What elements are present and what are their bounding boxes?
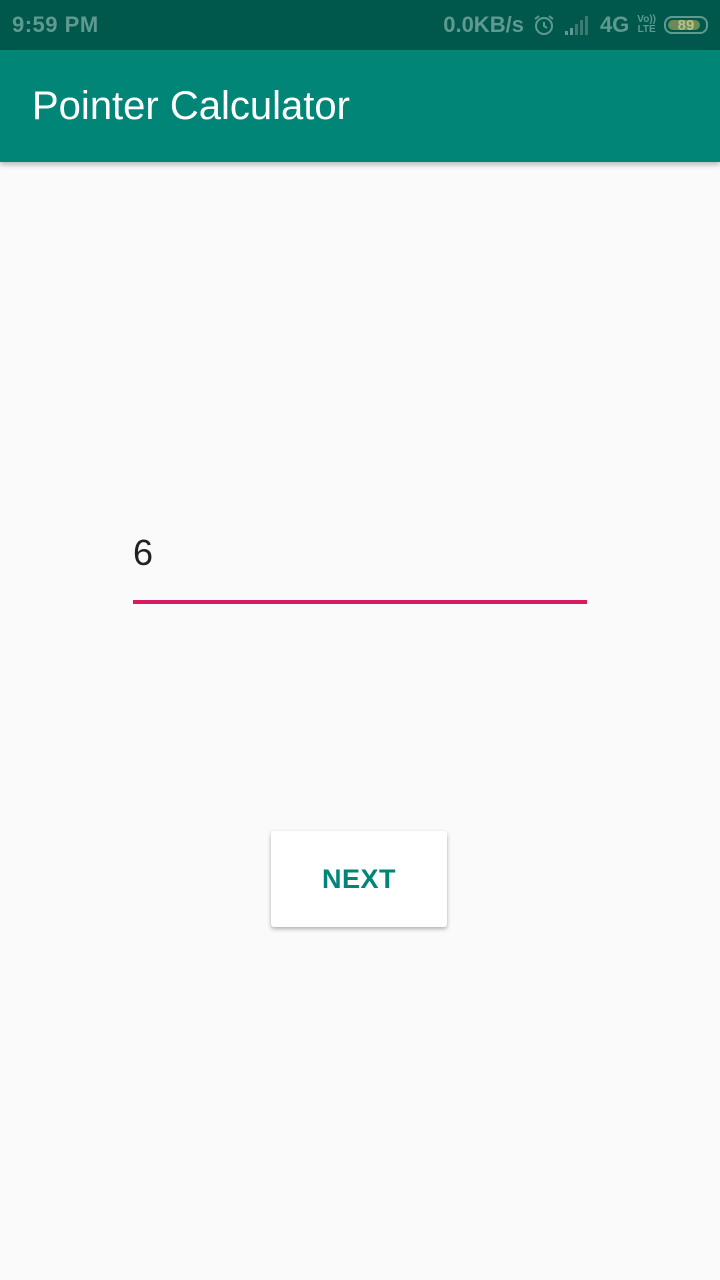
- volte-indicator: Vo)) LTE: [637, 15, 656, 35]
- number-input-value[interactable]: 6: [133, 532, 153, 574]
- battery-level: 89: [677, 16, 695, 34]
- battery-icon: 89: [664, 16, 708, 34]
- status-time: 9:59 PM: [12, 12, 99, 37]
- network-type: 4G: [599, 12, 630, 37]
- next-button[interactable]: NEXT: [271, 831, 447, 927]
- status-indicators: 0.0KB/s 4G Vo)) LTE 89: [443, 10, 708, 40]
- volte-bottom: LTE: [637, 24, 656, 35]
- app-bar: Pointer Calculator: [0, 50, 720, 162]
- alarm-icon: [532, 13, 556, 37]
- network-speed: 0.0KB/s: [443, 12, 524, 37]
- input-underline: [133, 600, 587, 604]
- status-bar: 9:59 PM 0.0KB/s 4G Vo)) LTE 89: [0, 0, 720, 50]
- number-input[interactable]: 6: [133, 520, 587, 604]
- app-title: Pointer Calculator: [32, 84, 350, 128]
- signal-icon: [564, 14, 592, 36]
